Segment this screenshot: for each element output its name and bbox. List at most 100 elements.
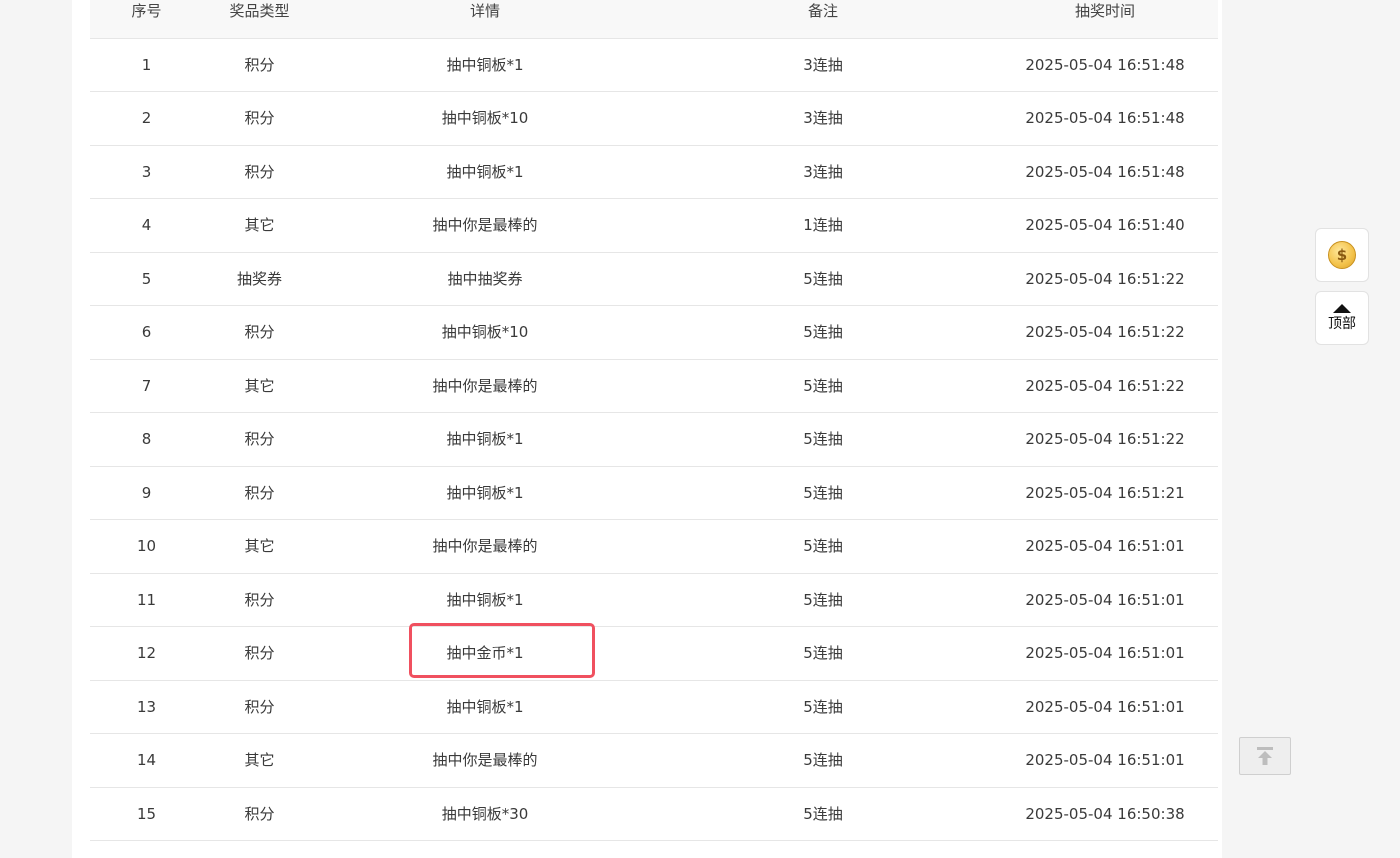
cell-prize-type: 积分 [203,91,316,146]
cell-note: 5连抽 [654,787,992,841]
cell-prize-type: 积分 [203,787,316,841]
cell-draw-time: 2025-05-04 16:51:40 [992,198,1218,253]
cell-prize-type: 积分 [203,626,316,681]
cell-no: 10 [90,519,203,574]
cell-draw-time: 2025-05-04 16:51:01 [992,680,1218,734]
table-row: 6 积分 抽中铜板*10 5连抽 2025-05-04 16:51:22 [90,305,1218,360]
cell-no: 2 [90,91,203,146]
cell-note: 5连抽 [654,252,992,306]
cell-prize-type: 积分 [203,305,316,360]
cell-note: 5连抽 [654,519,992,574]
cell-draw-time: 2025-05-04 16:51:01 [992,519,1218,574]
coin-button[interactable]: $ [1315,228,1369,282]
cell-no: 9 [90,466,203,520]
scroll-top-label: 顶部 [1328,316,1356,332]
cell-prize-type: 其它 [203,519,316,574]
table-row: 8 积分 抽中铜板*1 5连抽 2025-05-04 16:51:22 [90,412,1218,467]
header-prize-type: 奖品类型 [203,0,316,39]
cell-detail: 抽中金币*1 [316,626,654,681]
table-row: 12 积分 抽中金币*1 5连抽 2025-05-04 16:51:01 [90,626,1218,681]
table-row: 7 其它 抽中你是最棒的 5连抽 2025-05-04 16:51:22 [90,359,1218,413]
cell-detail: 抽中铜板*10 [316,305,654,360]
cell-note: 5连抽 [654,466,992,520]
header-note: 备注 [654,0,992,39]
cell-prize-type: 积分 [203,145,316,199]
cell-note: 5连抽 [654,359,992,413]
cell-prize-type: 其它 [203,733,316,788]
cell-draw-time: 2025-05-04 16:51:48 [992,91,1218,146]
table-row: 14 其它 抽中你是最棒的 5连抽 2025-05-04 16:51:01 [90,733,1218,788]
cell-prize-type: 积分 [203,38,316,92]
table-row: 2 积分 抽中铜板*10 3连抽 2025-05-04 16:51:48 [90,91,1218,146]
cell-detail: 抽中铜板*1 [316,466,654,520]
cell-note: 1连抽 [654,198,992,253]
table-row: 9 积分 抽中铜板*1 5连抽 2025-05-04 16:51:21 [90,466,1218,520]
cell-draw-time: 2025-05-04 16:50:38 [992,787,1218,841]
cell-detail: 抽中铜板*10 [316,91,654,146]
cell-draw-time: 2025-05-04 16:51:01 [992,626,1218,681]
cell-prize-type: 积分 [203,466,316,520]
cell-no: 13 [90,680,203,734]
cell-no: 8 [90,412,203,467]
cell-draw-time: 2025-05-04 16:51:01 [992,733,1218,788]
cell-detail: 抽中抽奖券 [316,252,654,306]
table-row: 10 其它 抽中你是最棒的 5连抽 2025-05-04 16:51:01 [90,519,1218,574]
header-detail: 详情 [316,0,654,39]
table-row: 13 积分 抽中铜板*1 5连抽 2025-05-04 16:51:01 [90,680,1218,734]
cell-prize-type: 其它 [203,198,316,253]
cell-no: 3 [90,145,203,199]
cell-note: 3连抽 [654,145,992,199]
cell-note: 5连抽 [654,680,992,734]
cell-prize-type: 抽奖券 [203,252,316,306]
table-header-row: 序号 奖品类型 详情 备注 抽奖时间 [90,0,1218,39]
header-no: 序号 [90,0,203,39]
cell-detail: 抽中铜板*1 [316,38,654,92]
cell-draw-time: 2025-05-04 16:51:21 [992,466,1218,520]
cell-detail: 抽中你是最棒的 [316,733,654,788]
cell-note: 5连抽 [654,573,992,627]
cell-note: 5连抽 [654,412,992,467]
cell-detail: 抽中铜板*1 [316,680,654,734]
cell-prize-type: 其它 [203,359,316,413]
cell-note: 5连抽 [654,733,992,788]
cell-note: 5连抽 [654,626,992,681]
cell-draw-time: 2025-05-04 16:51:22 [992,359,1218,413]
cell-detail: 抽中你是最棒的 [316,198,654,253]
cell-no: 12 [90,626,203,681]
cell-draw-time: 2025-05-04 16:51:01 [992,573,1218,627]
scroll-top-button[interactable]: 顶部 [1315,291,1369,345]
cell-draw-time: 2025-05-04 16:51:22 [992,252,1218,306]
arrow-up-to-line-icon [1257,747,1273,765]
cell-note: 5连抽 [654,305,992,360]
cell-draw-time: 2025-05-04 16:51:48 [992,145,1218,199]
cell-detail: 抽中铜板*1 [316,145,654,199]
cell-note: 3连抽 [654,38,992,92]
cell-draw-time: 2025-05-04 16:51:22 [992,412,1218,467]
coin-icon: $ [1328,241,1356,269]
cell-no: 14 [90,733,203,788]
cell-detail: 抽中你是最棒的 [316,519,654,574]
cell-no: 4 [90,198,203,253]
table-row: 5 抽奖券 抽中抽奖券 5连抽 2025-05-04 16:51:22 [90,252,1218,306]
table-row: 4 其它 抽中你是最棒的 1连抽 2025-05-04 16:51:40 [90,198,1218,253]
cell-no: 1 [90,38,203,92]
cell-no: 5 [90,252,203,306]
cell-draw-time: 2025-05-04 16:51:48 [992,38,1218,92]
table-row: 3 积分 抽中铜板*1 3连抽 2025-05-04 16:51:48 [90,145,1218,199]
cell-no: 6 [90,305,203,360]
table-row: 1 积分 抽中铜板*1 3连抽 2025-05-04 16:51:48 [90,38,1218,92]
table-row: 15 积分 抽中铜板*30 5连抽 2025-05-04 16:50:38 [90,787,1218,841]
cell-detail: 抽中你是最棒的 [316,359,654,413]
cell-prize-type: 积分 [203,573,316,627]
cell-detail: 抽中铜板*30 [316,787,654,841]
cell-detail: 抽中铜板*1 [316,573,654,627]
cell-prize-type: 积分 [203,412,316,467]
cell-note: 3连抽 [654,91,992,146]
cell-draw-time: 2025-05-04 16:51:22 [992,305,1218,360]
triangle-up-icon [1333,304,1351,313]
coin-symbol: $ [1336,246,1348,264]
cell-detail: 抽中铜板*1 [316,412,654,467]
cell-no: 7 [90,359,203,413]
back-to-top-button[interactable] [1239,737,1291,775]
header-draw-time: 抽奖时间 [992,0,1218,39]
